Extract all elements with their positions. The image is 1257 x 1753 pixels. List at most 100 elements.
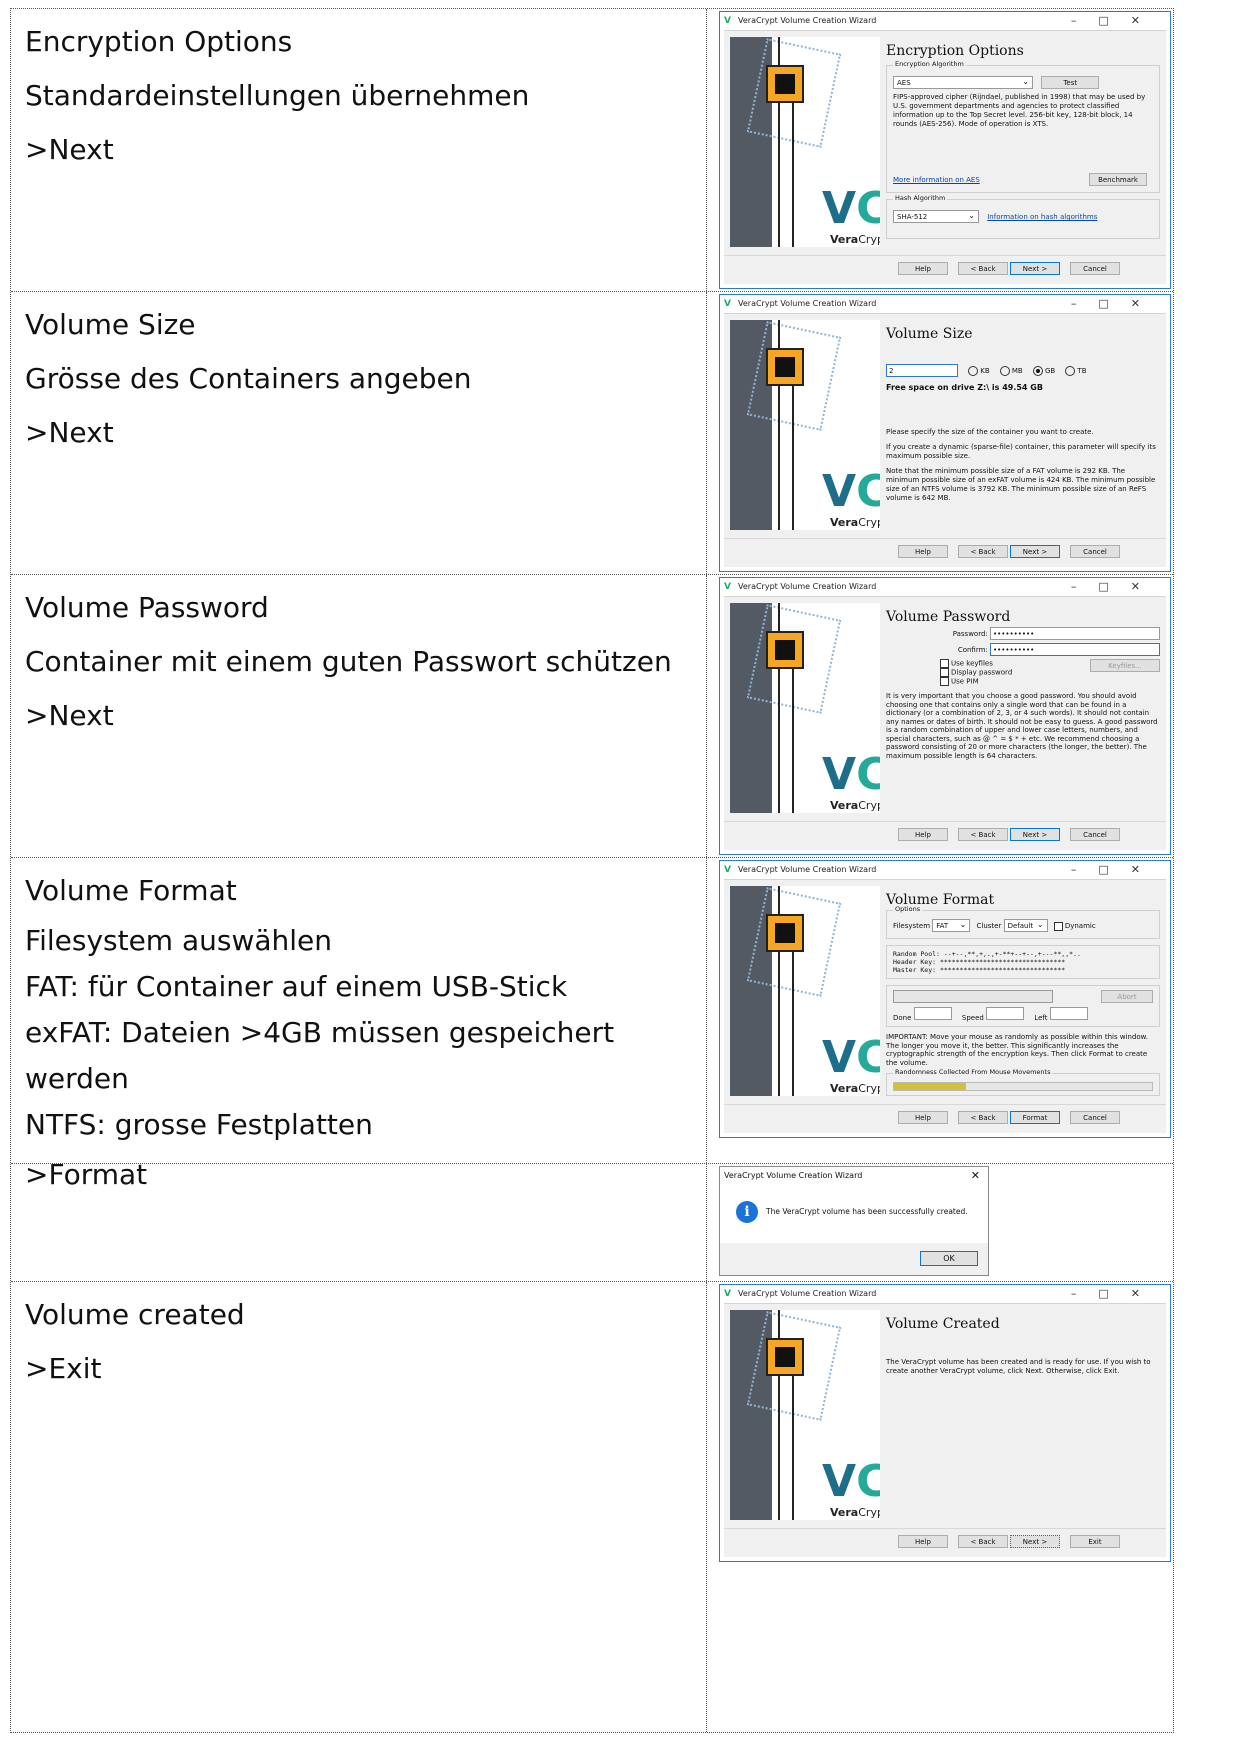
step-text: Standardeinstellungen übernehmen — [25, 79, 530, 112]
instruction-cell — [11, 1164, 707, 1281]
vc-logo-icon: VC — [822, 749, 880, 800]
filesystem-select[interactable]: FAT — [932, 918, 971, 932]
window-controls[interactable]: –□✕ — [1071, 1285, 1162, 1303]
back-button[interactable]: < Back — [958, 828, 1008, 841]
table-row: Encryption Options Standardeinstellungen… — [11, 9, 1173, 292]
instruction-cell: Volume Format Filesystem auswählen FAT: … — [11, 858, 707, 1191]
table-row: Volume created >Exit V VeraCrypt Volume … — [11, 1282, 1173, 1732]
chip-icon — [766, 65, 804, 103]
window-controls[interactable]: –□✕ — [1071, 578, 1162, 596]
free-space-label: Free space on drive Z:\ is 49.54 GB — [886, 383, 1043, 392]
step-title: Volume created — [25, 1298, 245, 1331]
dynamic-checkbox[interactable] — [1053, 921, 1063, 931]
unit-kb-radio[interactable] — [968, 366, 979, 376]
window-controls[interactable]: –□✕ — [1071, 861, 1162, 879]
step-text: Container mit einem guten Passwort schüt… — [25, 645, 672, 678]
close-icon[interactable]: ✕ — [971, 1167, 980, 1185]
password-advice: It is very important that you choose a g… — [886, 692, 1158, 760]
format-button[interactable]: Format — [1010, 1111, 1060, 1124]
veracrypt-icon: V — [724, 299, 731, 309]
vc-logo-icon: VC — [822, 183, 880, 234]
veracrypt-logo: VC VeraCrypt — [730, 603, 880, 813]
vc-logo-icon: VC — [822, 1032, 880, 1083]
help-button[interactable]: Help — [898, 545, 948, 558]
next-button[interactable]: Next > — [1010, 828, 1060, 841]
help-button[interactable]: Help — [898, 828, 948, 841]
test-button[interactable]: Test — [1041, 76, 1100, 89]
cancel-button[interactable]: Cancel — [1070, 545, 1120, 558]
wizard-footer: Help < Back Next > Cancel — [724, 828, 1166, 844]
hash-algorithm-select[interactable]: SHA-512 — [893, 209, 979, 223]
next-button[interactable]: Next > — [1010, 1535, 1060, 1548]
title-bar: V VeraCrypt Volume Creation Wizard –□✕ — [720, 578, 1170, 596]
encryption-algorithm-group: Encryption Algorithm AES Test FIPS-appro… — [886, 60, 1160, 193]
use-keyfiles-checkbox[interactable] — [940, 659, 949, 668]
page-title: Volume Password — [886, 609, 1011, 625]
window-title: VeraCrypt Volume Creation Wizard — [724, 1171, 863, 1180]
dynamic-hint: If you create a dynamic (sparse-file) co… — [886, 443, 1156, 460]
benchmark-button[interactable]: Benchmark — [1089, 173, 1147, 186]
ok-button[interactable]: OK — [920, 1251, 978, 1266]
keyfiles-button[interactable]: Keyfiles... — [1090, 659, 1160, 672]
back-button[interactable]: < Back — [958, 1535, 1008, 1548]
step-text: FAT: für Container auf einem USB-Stick — [25, 970, 568, 1003]
cluster-select[interactable]: Default — [1003, 918, 1048, 932]
window-title: VeraCrypt Volume Creation Wizard — [738, 1289, 877, 1298]
help-button[interactable]: Help — [898, 1535, 948, 1548]
back-button[interactable]: < Back — [958, 262, 1008, 275]
use-pim-checkbox[interactable] — [940, 677, 949, 686]
hash-info-link[interactable]: Information on hash algorithms — [987, 213, 1097, 221]
display-password-checkbox[interactable] — [940, 668, 949, 677]
format-progress — [893, 990, 1053, 1003]
wizard-footer: Help < Back Next > Cancel — [724, 545, 1166, 561]
wizard-footer: Help < Back Format Cancel — [724, 1111, 1166, 1127]
wizard-content: Volume Password Password: •••••••••• Con… — [886, 603, 1160, 760]
left-field — [1049, 1007, 1088, 1020]
page-title: Volume Size — [886, 326, 973, 342]
confirm-field[interactable]: •••••••••• — [990, 643, 1160, 656]
table-row: Volume Size Grösse des Containers angebe… — [11, 292, 1173, 575]
exit-button[interactable]: Exit — [1070, 1535, 1120, 1548]
back-button[interactable]: < Back — [958, 545, 1008, 558]
volume-size-input[interactable]: 2 — [886, 364, 958, 377]
window-title: VeraCrypt Volume Creation Wizard — [738, 582, 877, 591]
window-controls[interactable]: –□✕ — [1071, 12, 1162, 30]
screenshot-cell: V VeraCrypt Volume Creation Wizard –□✕ V… — [707, 9, 1173, 291]
unit-mb-radio[interactable] — [999, 366, 1010, 376]
hash-algorithm-group: Hash Algorithm SHA-512 Information on ha… — [886, 194, 1160, 239]
window-title: VeraCrypt Volume Creation Wizard — [738, 16, 877, 25]
next-button[interactable]: Next > — [1010, 262, 1060, 275]
step-text: Filesystem auswählen — [25, 924, 333, 957]
cancel-button[interactable]: Cancel — [1070, 262, 1120, 275]
help-button[interactable]: Help — [898, 262, 948, 275]
more-info-aes-link[interactable]: More information on AES — [893, 176, 980, 184]
page-title: Encryption Options — [886, 43, 1024, 59]
minimum-size-note: Note that the minimum possible size of a… — [886, 467, 1156, 502]
password-field[interactable]: •••••••••• — [990, 627, 1160, 640]
info-icon: i — [736, 1201, 758, 1223]
abort-button[interactable]: Abort — [1101, 990, 1153, 1003]
cancel-button[interactable]: Cancel — [1070, 828, 1120, 841]
step-action: >Next — [25, 133, 114, 166]
instruction-cell: Encryption Options Standardeinstellungen… — [11, 9, 707, 291]
important-note: IMPORTANT: Move your mouse as randomly a… — [886, 1033, 1148, 1067]
speed-field — [986, 1007, 1025, 1020]
next-button[interactable]: Next > — [1010, 545, 1060, 558]
window-title: VeraCrypt Volume Creation Wizard — [738, 299, 877, 308]
unit-tb-radio[interactable] — [1065, 366, 1076, 376]
unit-gb-radio[interactable] — [1032, 366, 1043, 376]
back-button[interactable]: < Back — [958, 1111, 1008, 1124]
chip-icon — [766, 914, 804, 952]
cancel-button[interactable]: Cancel — [1070, 1111, 1120, 1124]
instruction-cell: Volume Password Container mit einem gute… — [11, 575, 707, 857]
veracrypt-logo: VC VeraCrypt — [730, 320, 880, 530]
step-title: Volume Format — [25, 874, 237, 907]
wizard-body: VC VeraCrypt Volume Password Password: •… — [724, 596, 1166, 850]
help-button[interactable]: Help — [898, 1111, 948, 1124]
encryption-algorithm-select[interactable]: AES — [893, 75, 1033, 89]
password-label: Password: — [952, 630, 988, 638]
wizard-body: VC VeraCrypt Encryption Options Encrypti… — [724, 30, 1166, 284]
instruction-cell: Volume Size Grösse des Containers angebe… — [11, 292, 707, 574]
instruction-cell: Volume created >Exit — [11, 1282, 707, 1732]
window-controls[interactable]: –□✕ — [1071, 295, 1162, 313]
